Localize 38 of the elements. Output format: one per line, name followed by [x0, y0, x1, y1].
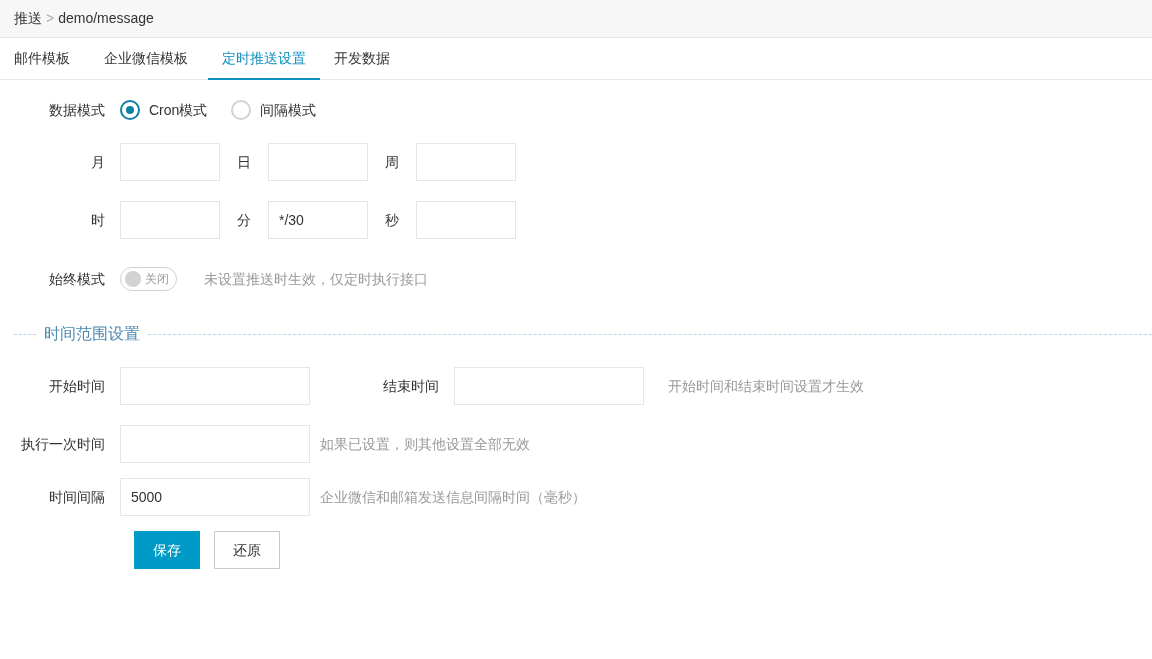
radio-option[interactable]: Cron模式	[120, 99, 208, 121]
breadcrumb-link[interactable]: 推送	[14, 8, 42, 29]
field-label: 日	[236, 152, 252, 172]
cron-field[interactable]	[268, 143, 368, 181]
field-label: 秒	[384, 210, 400, 230]
field-label: 开始时间	[48, 376, 106, 396]
cron-field[interactable]: */30	[268, 201, 368, 239]
form-button[interactable]: 还原	[214, 531, 280, 569]
field-label: 时间间隔	[48, 487, 106, 507]
field-label: 数据模式	[48, 100, 106, 120]
breadcrumb-separator: >	[46, 9, 55, 28]
tab[interactable]: 定时推送设置	[208, 38, 320, 80]
hint-text: 如果已设置，则其他设置全部无效	[320, 434, 530, 454]
radio-button[interactable]	[120, 100, 140, 120]
date-field[interactable]	[454, 367, 644, 405]
date-field[interactable]	[120, 425, 310, 463]
cron-field[interactable]	[416, 143, 516, 181]
hint-text: 开始时间和结束时间设置才生效	[668, 376, 864, 396]
radio-option[interactable]: 间隔模式	[231, 99, 317, 121]
tab[interactable]: 企业微信模板	[90, 38, 202, 80]
breadcrumb-current: demo/message	[58, 9, 154, 28]
field-label: 月	[90, 152, 106, 172]
tab[interactable]: 邮件模板	[0, 38, 84, 80]
field-label: 始终模式	[48, 269, 106, 289]
date-field[interactable]	[120, 367, 310, 405]
field-label: 执行一次时间	[20, 434, 106, 454]
field-label: 时	[90, 210, 106, 230]
field-label: 结束时间	[382, 376, 440, 396]
cron-field[interactable]	[416, 201, 516, 239]
hint-text: 未设置推送时生效，仅定时执行接口	[204, 269, 428, 289]
interval-field[interactable]: 5000	[120, 478, 310, 516]
field-label: 周	[384, 152, 400, 172]
hint-text: 企业微信和邮箱发送信息间隔时间（毫秒）	[320, 487, 586, 507]
cron-field[interactable]	[120, 201, 220, 239]
field-label: 分	[236, 210, 252, 230]
section-legend: 时间范围设置	[36, 322, 148, 346]
cron-field[interactable]	[120, 143, 220, 181]
tab[interactable]: 开发数据	[320, 38, 404, 80]
